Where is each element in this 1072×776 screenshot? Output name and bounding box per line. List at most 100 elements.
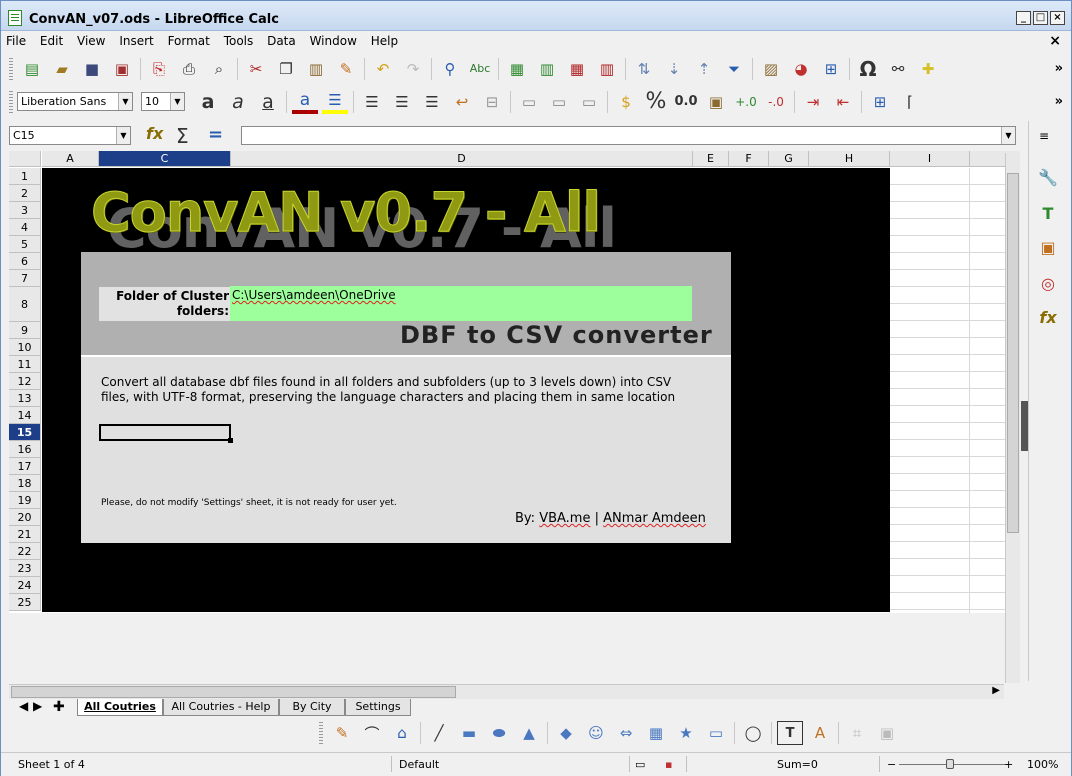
scroll-right-icon[interactable]: ▶: [992, 685, 1000, 696]
redo-icon[interactable]: ↷: [400, 57, 426, 81]
horizontal-scroll-thumb[interactable]: [11, 686, 456, 698]
row-header[interactable]: 19: [9, 492, 41, 509]
delete-row-icon[interactable]: ▦: [564, 57, 590, 81]
clone-formatting-icon[interactable]: ✎: [333, 57, 359, 81]
insert-image-icon[interactable]: ▨: [758, 57, 784, 81]
column-header-i[interactable]: I: [890, 151, 970, 167]
formula-icon[interactable]: =: [208, 124, 223, 145]
menu-data[interactable]: Data: [262, 32, 301, 50]
insert-row-icon[interactable]: ▦: [504, 57, 530, 81]
menu-file[interactable]: File: [1, 32, 31, 50]
insert-column-icon[interactable]: ▥: [534, 57, 560, 81]
borders-icon[interactable]: ⊞: [867, 90, 893, 114]
dropdown-arrow-icon[interactable]: ▼: [118, 93, 132, 110]
undo-icon[interactable]: ↶: [370, 57, 396, 81]
select-all-corner[interactable]: [9, 151, 41, 167]
sidebar-handle[interactable]: [1021, 401, 1028, 451]
vertical-scroll-thumb[interactable]: [1007, 173, 1019, 533]
properties-icon[interactable]: 🔧: [1037, 167, 1059, 189]
speech-bubble-icon[interactable]: ◯: [740, 721, 766, 745]
font-name-box[interactable]: Liberation Sans ▼: [17, 92, 133, 111]
row-header[interactable]: 11: [9, 356, 41, 373]
row-header[interactable]: 13: [9, 390, 41, 407]
function-wizard-icon[interactable]: fx: [146, 124, 163, 143]
percent-icon[interactable]: %: [643, 89, 669, 114]
open-folder-icon[interactable]: ▰: [49, 57, 75, 81]
pencil-icon[interactable]: ✎: [329, 721, 355, 745]
row-header[interactable]: 5: [9, 236, 41, 253]
column-header-g[interactable]: G: [769, 151, 809, 167]
menu-edit[interactable]: Edit: [35, 32, 68, 50]
zoom-slider-knob[interactable]: [946, 759, 954, 769]
expand-formula-icon[interactable]: ▼: [1001, 127, 1015, 144]
maximize-button[interactable]: □: [1033, 11, 1048, 25]
row-header[interactable]: 4: [9, 219, 41, 236]
merge-cells-icon[interactable]: ⊟: [479, 90, 505, 114]
pivot-table-icon[interactable]: ⊞: [818, 57, 844, 81]
tab-by-city[interactable]: By City: [279, 699, 345, 716]
column-header-e[interactable]: E: [693, 151, 729, 167]
toolbar-overflow-icon[interactable]: »: [1055, 94, 1063, 109]
menu-format[interactable]: Format: [163, 32, 215, 50]
border-style-icon[interactable]: ⌈: [897, 90, 923, 114]
menu-view[interactable]: View: [72, 32, 110, 50]
zoom-out-icon[interactable]: −: [887, 758, 896, 771]
row-header[interactable]: 3: [9, 202, 41, 219]
align-left-icon[interactable]: ☰: [359, 90, 385, 114]
navigator-icon[interactable]: ◎: [1037, 273, 1059, 295]
background-color-icon[interactable]: ☰: [322, 90, 348, 114]
comment-icon[interactable]: ✚: [915, 57, 941, 81]
italic-icon[interactable]: a: [225, 90, 251, 114]
curve-icon[interactable]: ⌒: [359, 721, 385, 745]
cut-icon[interactable]: ✂: [243, 57, 269, 81]
polygon-icon[interactable]: ⌂: [389, 721, 415, 745]
column-header-c[interactable]: C: [99, 151, 231, 167]
sum-display[interactable]: Sum=0: [777, 758, 818, 771]
spelling-icon[interactable]: Abc: [467, 57, 493, 81]
row-header[interactable]: 2: [9, 185, 41, 202]
find-replace-icon[interactable]: ⚲: [437, 57, 463, 81]
dropdown-arrow-icon[interactable]: ▼: [170, 93, 184, 110]
ellipse-icon[interactable]: ⬬: [486, 721, 512, 745]
vertical-scrollbar[interactable]: [1005, 153, 1020, 683]
hyperlink-icon[interactable]: ⚯: [885, 57, 911, 81]
row-header[interactable]: 17: [9, 458, 41, 475]
menu-window[interactable]: Window: [305, 32, 362, 50]
sidebar-menu-icon[interactable]: ≡: [1039, 129, 1049, 143]
sum-icon[interactable]: Σ: [176, 124, 189, 148]
row-header[interactable]: 9: [9, 322, 41, 339]
add-decimal-icon[interactable]: +.0: [733, 90, 759, 114]
row-header[interactable]: 1: [9, 168, 41, 185]
toolbar-grip[interactable]: [319, 722, 323, 744]
diamond-shape-icon[interactable]: ◆: [553, 721, 579, 745]
delete-column-icon[interactable]: ▥: [594, 57, 620, 81]
print-preview-icon[interactable]: ⌕: [206, 57, 232, 81]
text-box-icon[interactable]: T: [777, 721, 803, 745]
align-middle-icon[interactable]: ▭: [546, 90, 572, 114]
align-bottom-icon[interactable]: ▭: [576, 90, 602, 114]
row-header[interactable]: 24: [9, 577, 41, 594]
menu-help[interactable]: Help: [366, 32, 403, 50]
rectangle-icon[interactable]: ▬: [456, 721, 482, 745]
new-document-icon[interactable]: ▤: [19, 57, 45, 81]
sort-icon[interactable]: ⇅: [631, 57, 657, 81]
copy-icon[interactable]: ❐: [273, 57, 299, 81]
align-right-icon[interactable]: ☰: [419, 90, 445, 114]
styles-icon[interactable]: T: [1037, 203, 1059, 225]
underline-icon[interactable]: a: [255, 90, 281, 114]
callout-icon[interactable]: ▭: [703, 721, 729, 745]
zoom-in-icon[interactable]: +: [1004, 758, 1013, 771]
delete-decimal-icon[interactable]: -.0: [763, 90, 789, 114]
sort-descending-icon[interactable]: ⇣: [661, 57, 687, 81]
row-header[interactable]: 8: [9, 287, 41, 322]
tab-scroll-right-icon[interactable]: ▶: [33, 699, 42, 713]
save-icon[interactable]: ■: [79, 57, 105, 81]
extrusion-icon[interactable]: ▣: [874, 721, 900, 745]
sort-ascending-icon[interactable]: ⇡: [691, 57, 717, 81]
row-header[interactable]: 22: [9, 543, 41, 560]
font-color-icon[interactable]: a: [292, 90, 318, 114]
number-format-icon[interactable]: 0.0: [673, 90, 699, 114]
tab-scroll-left-icon[interactable]: ◀: [19, 699, 28, 713]
row-header[interactable]: 7: [9, 270, 41, 287]
font-size-box[interactable]: 10 ▼: [141, 92, 185, 111]
